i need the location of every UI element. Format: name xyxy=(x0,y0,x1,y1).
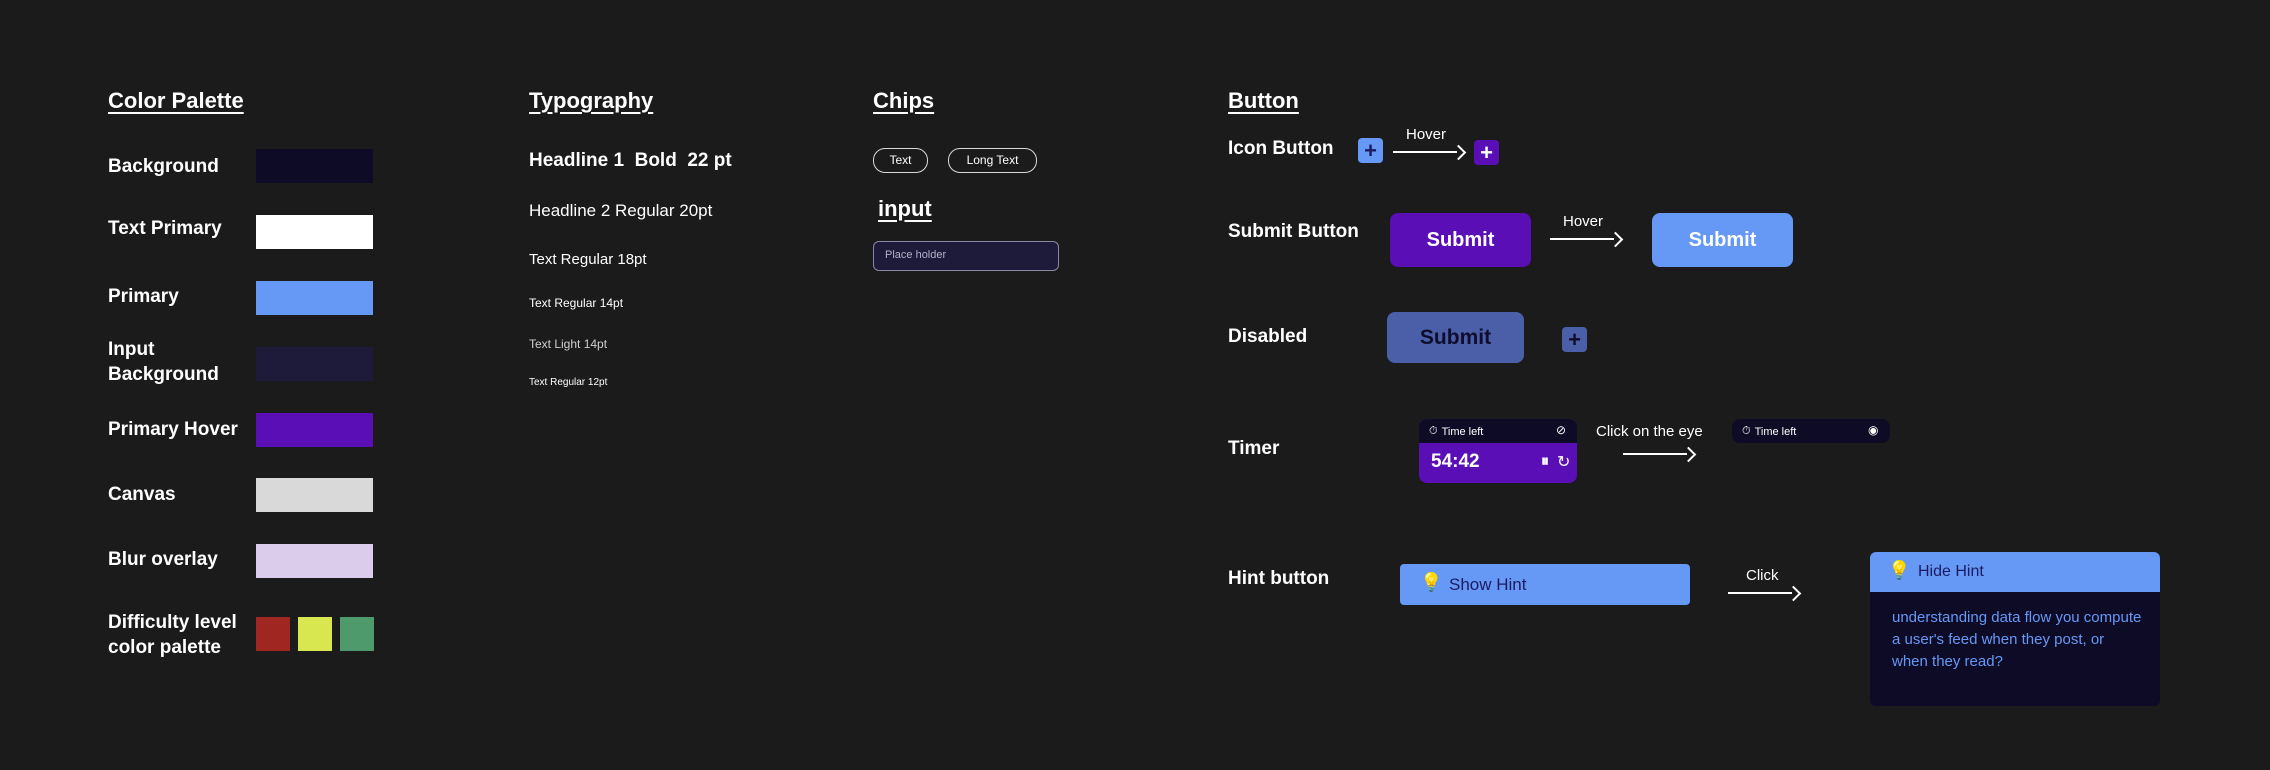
eye-icon[interactable]: ◉ xyxy=(1868,423,1878,437)
typography-text-light-14: Text Light 14pt xyxy=(529,337,608,351)
color-palette-title: Color Palette xyxy=(108,88,244,113)
hide-hint-button[interactable]: 💡 Hide Hint xyxy=(1870,552,2160,592)
typography-headline-2: Headline 2 Regular 20pt xyxy=(529,201,713,220)
swatch-text-primary xyxy=(256,215,373,249)
palette-label-text-primary: Text Primary xyxy=(108,218,222,239)
arrow-right-icon xyxy=(1728,585,1802,602)
typography-text-18: Text Regular 18pt xyxy=(529,251,647,268)
swatch-background xyxy=(256,149,373,183)
palette-label-difficulty: Difficulty level color palette xyxy=(108,612,237,658)
submit-button-default[interactable]: Submit xyxy=(1390,213,1531,267)
eye-off-icon[interactable]: ⊘ xyxy=(1556,423,1566,437)
palette-label-canvas: Canvas xyxy=(108,484,176,505)
hint-expanded-panel: 💡 Hide Hint understanding data flow you … xyxy=(1870,552,2160,706)
hover-label-1: Hover xyxy=(1406,126,1447,143)
typography-title: Typography xyxy=(529,88,654,113)
submit-button-hover[interactable]: Submit xyxy=(1652,213,1793,267)
icon-button-label: Icon Button xyxy=(1228,138,1334,159)
icon-button-hover[interactable]: + xyxy=(1474,140,1499,165)
hint-button-label: Hint button xyxy=(1228,568,1330,589)
time-left-text: Time left xyxy=(1441,425,1484,438)
clock-icon: ⏱ xyxy=(1742,425,1751,437)
show-hint-text: Show Hint xyxy=(1449,575,1527,594)
chips-title: Chips xyxy=(873,88,935,113)
time-left-text: Time left xyxy=(1754,425,1797,438)
icon-button-default[interactable]: + xyxy=(1358,138,1383,163)
disabled-label: Disabled xyxy=(1228,326,1308,347)
click-eye-label: Click on the eye xyxy=(1596,423,1703,440)
placeholder-input[interactable]: Place holder xyxy=(873,241,1059,271)
timer-widget-open: ⏱ Time left ⊘ 54:42 ⏸ ↻ xyxy=(1419,419,1577,483)
clock-icon: ⏱ xyxy=(1429,425,1438,437)
swatch-primary xyxy=(256,281,373,315)
chip-long-text[interactable]: Long Text xyxy=(948,148,1037,173)
palette-label-blur-overlay: Blur overlay xyxy=(108,549,218,570)
hover-label-2: Hover xyxy=(1563,213,1604,230)
plus-icon: + xyxy=(1568,326,1581,352)
submit-button-disabled: Submit xyxy=(1387,312,1524,363)
restart-icon[interactable]: ↻ xyxy=(1557,452,1570,472)
show-hint-button[interactable]: 💡 Show Hint xyxy=(1400,564,1690,605)
lightbulb-icon: 💡 xyxy=(1888,560,1911,580)
palette-label-primary-hover: Primary Hover xyxy=(108,419,238,440)
timer-header-content: ⏱ Time left xyxy=(1742,425,1796,438)
typography-text-12: Text Regular 12pt xyxy=(529,377,608,388)
arrow-right-icon xyxy=(1550,231,1624,248)
swatch-difficulty-easy xyxy=(256,617,290,651)
plus-icon: + xyxy=(1364,137,1377,163)
timer-header-content: ⏱ Time left xyxy=(1429,425,1483,438)
palette-label-background: Background xyxy=(108,156,219,177)
palette-label-input-background: Input Background xyxy=(108,339,219,385)
hide-hint-text: Hide Hint xyxy=(1918,563,1984,580)
click-label: Click xyxy=(1746,567,1779,584)
swatch-difficulty-medium xyxy=(298,617,332,651)
arrow-right-icon xyxy=(1623,446,1697,463)
plus-icon: + xyxy=(1480,139,1493,165)
lightbulb-icon: 💡 xyxy=(1420,572,1443,592)
icon-button-disabled: + xyxy=(1562,327,1587,352)
submit-button-label: Submit Button xyxy=(1228,221,1359,242)
arrow-right-icon xyxy=(1393,144,1467,161)
chip-text[interactable]: Text xyxy=(873,148,928,173)
typography-text-14: Text Regular 14pt xyxy=(529,296,624,310)
typography-headline-1: Headline 1 Bold 22 pt xyxy=(529,150,732,171)
timer-widget-collapsed: ⏱ Time left ◉ xyxy=(1732,419,1890,443)
swatch-blur-overlay xyxy=(256,544,373,578)
palette-label-primary: Primary xyxy=(108,286,179,307)
swatch-canvas xyxy=(256,478,373,512)
swatch-primary-hover xyxy=(256,413,373,447)
timer-label: Timer xyxy=(1228,438,1280,459)
input-placeholder-text: Place holder xyxy=(885,249,947,261)
swatch-input-background xyxy=(256,347,373,381)
swatch-difficulty-hard xyxy=(340,617,374,651)
hint-content-text: understanding data flow you compute a us… xyxy=(1892,609,2142,670)
button-title: Button xyxy=(1228,88,1299,113)
pause-icon[interactable]: ⏸ xyxy=(1541,453,1549,471)
input-title: input xyxy=(878,196,932,221)
timer-value: 54:42 xyxy=(1431,451,1480,472)
